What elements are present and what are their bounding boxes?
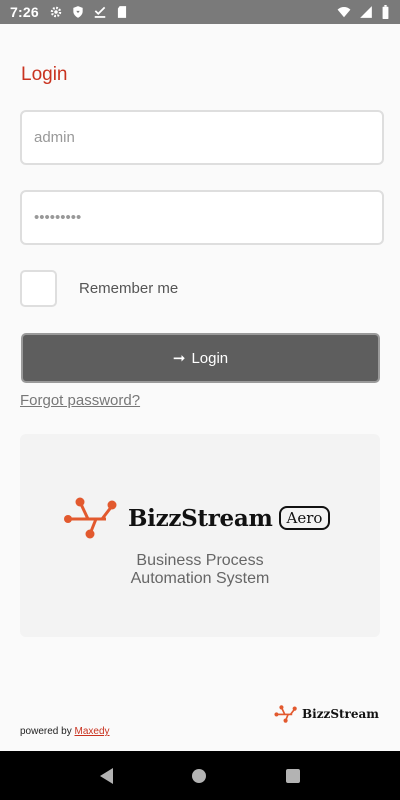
login-button[interactable]: ➞ Login bbox=[21, 333, 380, 383]
recent-apps-icon[interactable] bbox=[286, 768, 301, 783]
brand-logo: BizzStream Aero bbox=[62, 497, 331, 539]
login-button-label: Login bbox=[191, 349, 229, 367]
battery-icon bbox=[382, 5, 389, 19]
maxedy-link[interactable]: Maxedy bbox=[74, 726, 109, 737]
network-nodes-small-icon bbox=[274, 705, 297, 723]
download-check-icon bbox=[94, 6, 106, 18]
footer-logo: BizzStream bbox=[274, 705, 379, 723]
wifi-icon bbox=[337, 7, 351, 18]
footer-brand-name: BizzStream bbox=[302, 707, 379, 721]
remember-me-label[interactable]: Remember me bbox=[79, 280, 178, 297]
username-input[interactable] bbox=[22, 112, 382, 163]
password-field-container bbox=[20, 190, 384, 245]
navigation-bar bbox=[0, 751, 400, 800]
forgot-password-link[interactable]: Forgot password? bbox=[20, 392, 140, 409]
back-icon[interactable] bbox=[99, 767, 113, 784]
status-left-icons bbox=[49, 5, 129, 19]
page-title: Login bbox=[21, 64, 68, 85]
remember-me-checkbox[interactable] bbox=[20, 270, 57, 307]
brand-tagline: Business Process Automation System bbox=[20, 552, 380, 588]
brand-badge: Aero bbox=[278, 506, 331, 530]
network-nodes-icon bbox=[64, 497, 117, 539]
powered-by: powered by Maxedy bbox=[20, 726, 110, 737]
gear-icon bbox=[50, 6, 62, 18]
powered-by-prefix: powered by bbox=[20, 726, 72, 737]
status-bar: 7:26 bbox=[0, 0, 400, 24]
username-field-container bbox=[20, 110, 384, 165]
brand-name: BizzStream bbox=[128, 504, 273, 532]
status-right-icons bbox=[337, 5, 390, 19]
sd-card-icon bbox=[117, 6, 126, 18]
status-time: 7:26 bbox=[10, 4, 39, 20]
home-icon[interactable] bbox=[192, 768, 207, 783]
signal-icon bbox=[360, 6, 372, 18]
tagline-line-1: Business Process bbox=[136, 552, 264, 569]
arrow-right-icon: ➞ bbox=[172, 350, 186, 367]
shield-icon bbox=[73, 6, 83, 18]
tagline-line-2: Automation System bbox=[130, 570, 270, 587]
password-input[interactable] bbox=[22, 192, 382, 243]
brand-card: BizzStream Aero Business Process Automat… bbox=[20, 434, 380, 637]
